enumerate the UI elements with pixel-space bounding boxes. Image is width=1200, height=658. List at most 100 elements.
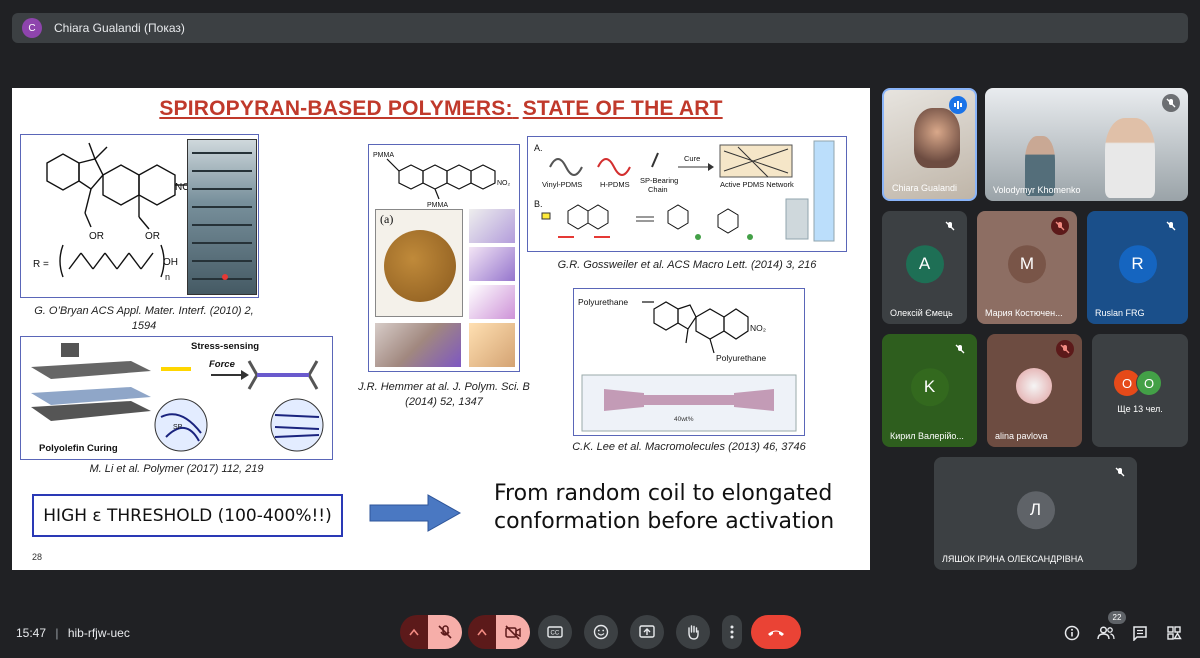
label-h-pdms: H-PDMS (600, 180, 630, 189)
conclusion-text: From random coil to elongated conformati… (494, 480, 834, 536)
label-active-pdms: Active PDMS Network (720, 180, 794, 189)
label-no2-hemmer: NO₂ (497, 180, 511, 187)
participant-tile-volodymyr[interactable]: Volodymyr Khomenko (985, 88, 1188, 201)
mic-off-icon (951, 340, 969, 358)
chevron-up-icon (477, 628, 487, 636)
shared-slide: SPIROPYRAN-BASED POLYMERS: STATE OF THE … (12, 88, 870, 570)
presenter-bar[interactable]: C Chiara Gualandi (Показ) (12, 13, 1188, 43)
stress-sensing-drawing: Stress-sensing Force Polyolefin Curing S… (31, 341, 324, 454)
pdms-network-drawing: A. B. Vinyl-PDMS H-PDMS SP-Bearing Chain… (534, 140, 835, 242)
label-or1: OR (89, 231, 104, 242)
presenter-label: Chiara Gualandi (Показ) (54, 21, 185, 35)
participant-tile-maria[interactable]: M Мария Костючен... (977, 211, 1077, 324)
chevron-up-icon (409, 628, 419, 636)
label-polyolefin-curing: Polyolefin Curing (39, 443, 118, 454)
participant-tile-oleksiy[interactable]: A Олексій Ємець (882, 211, 967, 324)
meeting-code: hib-rfjw-uec (67, 626, 130, 640)
avatar: R (1118, 244, 1157, 283)
participant-name: Мария Костючен... (985, 308, 1063, 318)
label-polyurethane-top: Polyurethane (578, 297, 628, 307)
label-chain: Chain (648, 185, 668, 194)
hang-up-icon (768, 630, 784, 636)
conclusion-line2: conformation before activation (494, 509, 835, 534)
more-options-button[interactable] (722, 615, 742, 649)
present-button[interactable] (630, 615, 664, 649)
mic-options-button[interactable] (400, 615, 428, 649)
hand-icon (688, 625, 699, 640)
meeting-details-button[interactable] (1062, 623, 1082, 643)
leave-call-button[interactable] (751, 615, 801, 649)
polyurethane-structure-drawing: Polyurethane Polyurethane NO₂ 40wt% (578, 297, 797, 432)
label-or2: OR (145, 231, 160, 242)
spiropyran-structure-drawing: NO₂ OR OR R = OH n (33, 142, 194, 282)
label-pmma-bottom: PMMA (427, 202, 448, 209)
participant-tile-ruslan[interactable]: R Ruslan FRG (1087, 211, 1188, 324)
caption-gossweiler: G.R. Gossweiler et al. ACS Macro Lett. (… (557, 259, 817, 271)
emoji-icon (593, 624, 609, 640)
participant-tile-chiara[interactable]: Chiara Gualandi (882, 88, 977, 201)
figure-li: Stress-sensing Force Polyolefin Curing S… (20, 336, 333, 460)
caption-obryan-line1: G. O’Bryan ACS Appl. Mater. Interf. (201… (34, 305, 254, 317)
reactions-button[interactable] (584, 615, 618, 649)
figure-gossweiler: A. B. Vinyl-PDMS H-PDMS SP-Bearing Chain… (527, 136, 847, 252)
camera-options-button[interactable] (468, 615, 496, 649)
fragment-photo-3 (469, 285, 515, 319)
slide-title-part1: SPIROPYRAN-BASED POLYMERS: (159, 97, 513, 120)
label-panel-a: (a) (380, 212, 394, 226)
chat-button[interactable] (1130, 623, 1150, 643)
captions-button[interactable]: CC (538, 615, 572, 649)
high-threshold-text: HIGH ε THRESHOLD (100-400%!!) (43, 505, 332, 526)
camera-toggle-button[interactable] (496, 615, 530, 649)
mic-off-icon (1162, 217, 1180, 235)
people-button[interactable] (1096, 623, 1116, 643)
label-sp-bearing: SP-Bearing (640, 176, 678, 185)
caption-hemmer-line2: (2014) 52, 1347 (405, 396, 483, 408)
mic-off-icon (1051, 217, 1069, 235)
participant-tile-more[interactable]: O O Ще 13 чел. (1092, 334, 1188, 447)
more-vert-icon (730, 625, 734, 639)
caption-li: M. Li et al. Polymer (2017) 112, 219 (89, 463, 264, 475)
label-r-eq: R = (33, 259, 49, 270)
caption-hemmer: J.R. Hemmer at al. J. Polym. Sci. B (201… (358, 380, 530, 410)
label-force: Force (209, 359, 236, 370)
captions-icon: CC (547, 626, 563, 638)
raise-hand-button[interactable] (676, 615, 710, 649)
avatar (1016, 368, 1052, 404)
caption-hemmer-line1: J.R. Hemmer at al. J. Polym. Sci. B (358, 381, 530, 393)
more-participants-label: Ще 13 чел. (1117, 404, 1163, 414)
pmma-spiropyran-drawing: PMMA PMMA NO₂ (373, 152, 511, 209)
high-threshold-box: HIGH ε THRESHOLD (100-400%!!) (32, 494, 343, 537)
participant-tile-kyryl[interactable]: K Кирил Валерійо... (882, 334, 977, 447)
mic-toggle-button[interactable] (428, 615, 462, 649)
participant-count-badge: 22 (1108, 611, 1126, 624)
mic-off-icon (1162, 94, 1180, 112)
info-icon (1064, 625, 1080, 641)
camera-off-icon (505, 625, 521, 640)
label-cure: Cure (684, 154, 700, 163)
people-icon (1097, 626, 1115, 640)
slide-title: SPIROPYRAN-BASED POLYMERS: STATE OF THE … (12, 97, 870, 121)
participant-name: Ruslan FRG (1095, 308, 1145, 318)
label-oh: OH (163, 257, 178, 268)
activities-button[interactable] (1164, 623, 1184, 643)
avatar-group: O O (1114, 370, 1166, 396)
label-polyurethane-bottom: Polyurethane (716, 353, 766, 363)
participant-name: Chiara Gualandi (892, 183, 958, 193)
label-wt: 40wt% (674, 416, 694, 423)
fragment-photo-5 (469, 323, 515, 367)
slide-title-part2: STATE OF THE ART (522, 97, 723, 120)
participant-tile-alina[interactable]: alina pavlova (987, 334, 1082, 447)
mic-off-icon (1111, 463, 1129, 481)
clock: 15:47 (16, 626, 47, 640)
slide-page-number: 28 (32, 552, 43, 562)
avatar: K (910, 367, 949, 406)
fragment-photo-4 (375, 323, 461, 367)
label-n: n (165, 272, 170, 282)
participant-name: Volodymyr Khomenko (993, 185, 1081, 195)
participant-tile-liashok[interactable]: Л ЛЯШОК ІРИНА ОЛЕКСАНДРІВНА (934, 457, 1137, 570)
conclusion-line1: From random coil to elongated (494, 481, 833, 506)
participant-video (1105, 118, 1155, 198)
label-a: A. (534, 143, 543, 153)
fragment-photo-1 (469, 209, 515, 243)
separator: | (55, 626, 59, 640)
